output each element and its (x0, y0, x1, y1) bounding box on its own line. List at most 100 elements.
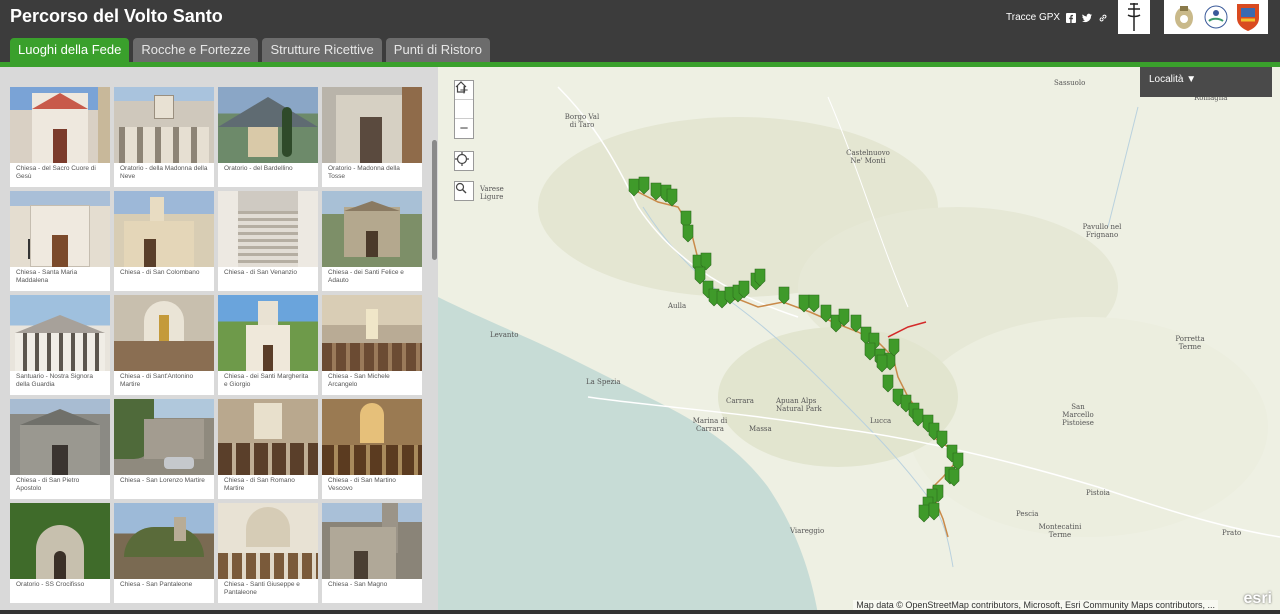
route-marker-icon[interactable] (682, 224, 694, 243)
gallery-card[interactable]: Chiesa - Santi Giuseppe e Pantaleone (218, 503, 318, 603)
church-photo (114, 503, 214, 579)
zoom-controls: + − (454, 80, 474, 139)
locate-button[interactable] (454, 151, 474, 171)
map-view[interactable]: Sassuolo Borgo Val di Taro Castelnuovo N… (438, 67, 1280, 614)
card-caption: Chiesa - del Sacro Cuore di Gesù (16, 165, 96, 180)
route-marker-icon[interactable] (638, 176, 650, 195)
gallery-card[interactable]: Chiesa - del Sacro Cuore di Gesù (10, 87, 110, 187)
card-caption: Chiesa - San Lorenzo Martire (120, 477, 205, 484)
route-marker-icon[interactable] (864, 342, 876, 361)
gallery-card[interactable]: Chiesa - dei Santi Margherita e Giorgio (218, 295, 318, 395)
route-marker-icon[interactable] (808, 294, 820, 313)
gallery-card[interactable]: Chiesa - dei Santi Felice e Adauto (322, 191, 422, 291)
route-marker-icon[interactable] (882, 374, 894, 393)
church-photo (114, 295, 214, 371)
gallery-card[interactable]: Chiesa - San Lorenzo Martire (114, 399, 214, 499)
place-label: Borgo Val di Taro (564, 113, 600, 129)
twitter-icon[interactable] (1082, 13, 1093, 23)
place-label: Pavullo nel Frignano (1082, 223, 1122, 239)
church-photo (218, 295, 318, 371)
card-caption: Chiesa - San Magno (328, 581, 388, 588)
gallery-card[interactable]: Oratorio - SS Crocifisso (10, 503, 110, 603)
church-photo (218, 191, 318, 267)
route-marker-icon[interactable] (628, 178, 640, 197)
card-caption: Chiesa - di San Colombano (120, 269, 200, 276)
gallery-card[interactable]: Chiesa - di San Venanzio (218, 191, 318, 291)
card-caption: Chiesa - di Sant'Antonino Martire (120, 373, 194, 388)
crosshair-icon (455, 152, 469, 166)
gpx-tracks-link[interactable]: Tracce GPX (1006, 12, 1060, 23)
gallery-scrollbar[interactable] (432, 140, 437, 260)
route-marker-icon[interactable] (798, 294, 810, 313)
search-button[interactable] (454, 181, 474, 201)
map-attribution: Map data © OpenStreetMap contributors, M… (853, 600, 1218, 610)
route-marker-icon[interactable] (850, 314, 862, 333)
route-marker-icon[interactable] (936, 430, 948, 449)
search-icon (455, 182, 467, 194)
card-caption: Chiesa - Santi Giuseppe e Pantaleone (224, 581, 300, 596)
church-photo (114, 399, 214, 475)
church-photo (10, 399, 110, 475)
tab-luoghi-della-fede[interactable]: Luoghi della Fede (10, 38, 130, 62)
card-caption: Chiesa - Santa Maria Maddalena (16, 269, 78, 284)
gallery-card[interactable]: Chiesa - di Sant'Antonino Martire (114, 295, 214, 395)
zoom-out-button[interactable]: − (455, 119, 473, 138)
card-caption: Chiesa - di San Martino Vescovo (328, 477, 396, 492)
gallery-card[interactable]: Oratorio - del Bardellino (218, 87, 318, 187)
esri-logo: esri (1243, 590, 1272, 607)
gallery-card[interactable]: Santuario - Nostra Signora della Guardia (10, 295, 110, 395)
gallery-card[interactable]: Chiesa - San Pantaleone (114, 503, 214, 603)
place-label: Carrara (726, 397, 754, 405)
place-label: Porretta Terme (1175, 335, 1205, 351)
place-label: San Marcello Pistoiese (1062, 403, 1094, 427)
tab-bar: Luoghi della Fede Rocche e Fortezze Stru… (10, 38, 490, 62)
seal-icon (1204, 5, 1228, 29)
route-marker-icon[interactable] (778, 286, 790, 305)
tab-punti-di-ristoro[interactable]: Punti di Ristoro (385, 38, 490, 62)
home-icon (455, 81, 467, 93)
facebook-icon[interactable] (1066, 12, 1077, 23)
gallery-card[interactable]: Oratorio - Madonna della Tosse (322, 87, 422, 187)
church-photo (10, 191, 110, 267)
partner-logos (1164, 0, 1268, 34)
gallery-card[interactable]: Chiesa - di San Romano Martire (218, 399, 318, 499)
places-gallery: Chiesa - del Sacro Cuore di Gesù Oratori… (0, 67, 438, 614)
route-marker-icon[interactable] (918, 504, 930, 523)
route-marker-icon[interactable] (876, 354, 888, 373)
gallery-grid: Chiesa - del Sacro Cuore di Gesù Oratori… (10, 87, 424, 603)
place-label: Marina di Carrara (692, 417, 728, 433)
page-footer-strip (0, 610, 1280, 614)
card-caption: Santuario - Nostra Signora della Guardia (16, 373, 93, 388)
shield-crest-icon (1237, 4, 1259, 31)
route-marker-icon[interactable] (912, 408, 924, 427)
localita-dropdown[interactable]: Località ▼ (1140, 67, 1272, 97)
place-label: Prato (1222, 529, 1242, 537)
tab-strutture-ricettive[interactable]: Strutture Ricettive (262, 38, 382, 62)
card-caption: Oratorio - della Madonna della Neve (120, 165, 208, 180)
gallery-card[interactable]: Chiesa - di San Martino Vescovo (322, 399, 422, 499)
church-photo (322, 503, 422, 579)
church-photo (218, 87, 318, 163)
cross-emblem-icon (1127, 3, 1141, 31)
route-marker-icon[interactable] (928, 502, 940, 521)
card-caption: Chiesa - San Michele Arcangelo (328, 373, 390, 388)
route-marker-icon[interactable] (820, 304, 832, 323)
gallery-card[interactable]: Chiesa - di San Pietro Apostolo (10, 399, 110, 499)
place-label: Massa (749, 425, 772, 433)
tab-rocche-e-fortezze[interactable]: Rocche e Fortezze (133, 38, 259, 62)
home-button[interactable] (455, 81, 473, 119)
card-caption: Chiesa - dei Santi Margherita e Giorgio (224, 373, 309, 388)
place-label: Montecatini Terme (1038, 523, 1082, 539)
route-marker-icon[interactable] (650, 182, 662, 201)
place-label: Viareggio (790, 527, 825, 535)
gallery-card[interactable]: Chiesa - Santa Maria Maddalena (10, 191, 110, 291)
link-icon[interactable] (1098, 13, 1108, 23)
gallery-card[interactable]: Oratorio - della Madonna della Neve (114, 87, 214, 187)
gallery-card[interactable]: Chiesa - San Michele Arcangelo (322, 295, 422, 395)
app-header: Percorso del Volto Santo Luoghi della Fe… (0, 0, 1280, 67)
gallery-card[interactable]: Chiesa - San Magno (322, 503, 422, 603)
volto-santo-logo (1118, 0, 1150, 34)
gallery-card[interactable]: Chiesa - di San Colombano (114, 191, 214, 291)
church-photo (322, 191, 422, 267)
route-marker-icon[interactable] (666, 188, 678, 207)
